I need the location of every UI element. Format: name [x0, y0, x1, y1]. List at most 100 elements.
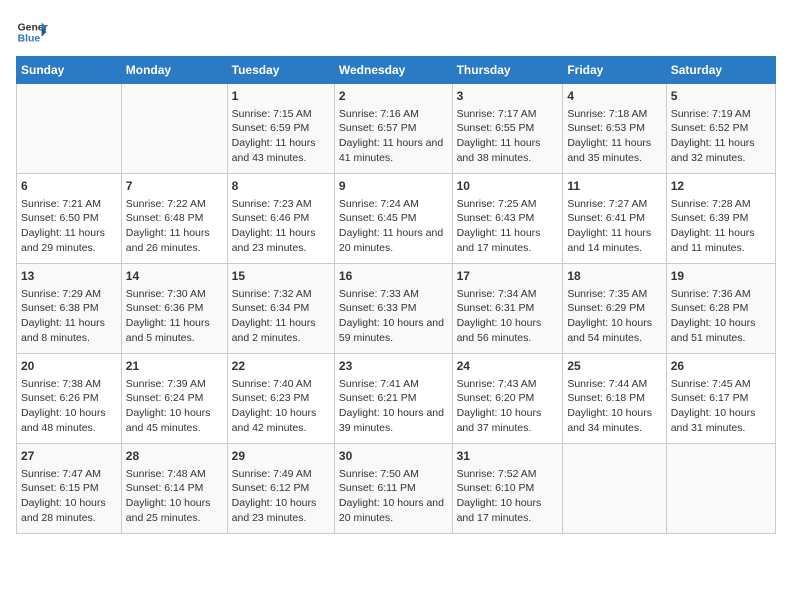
day-number: 15 — [232, 268, 330, 285]
day-number: 23 — [339, 358, 448, 375]
column-header-monday: Monday — [121, 57, 227, 84]
calendar-table: SundayMondayTuesdayWednesdayThursdayFrid… — [16, 56, 776, 534]
day-content: Sunrise: 7:34 AMSunset: 6:31 PMDaylight:… — [457, 287, 559, 346]
logo-icon: General Blue — [16, 16, 48, 48]
day-cell: 3 Sunrise: 7:17 AMSunset: 6:55 PMDaylight… — [452, 84, 563, 174]
day-number: 9 — [339, 178, 448, 195]
day-cell: 30 Sunrise: 7:50 AMSunset: 6:11 PMDayligh… — [334, 444, 452, 534]
day-cell: 9Sunrise: 7:24 AMSunset: 6:45 PMDaylight… — [334, 174, 452, 264]
day-content: Sunrise: 7:52 AMSunset: 6:10 PMDaylight:… — [457, 467, 559, 526]
day-number: 13 — [21, 268, 117, 285]
day-number: 5 — [671, 88, 771, 105]
page-header: General Blue — [16, 16, 776, 48]
day-content: Sunrise: 7:17 AMSunset: 6:55 PMDaylight:… — [457, 107, 559, 166]
day-content: Sunrise: 7:30 AMSunset: 6:36 PMDaylight:… — [126, 287, 223, 346]
day-cell: 6 Sunrise: 7:21 AMSunset: 6:50 PMDaylight… — [17, 174, 122, 264]
day-content: Sunrise: 7:45 AMSunset: 6:17 PMDaylight:… — [671, 377, 771, 436]
day-number: 19 — [671, 268, 771, 285]
day-number: 18 — [567, 268, 661, 285]
day-number: 3 — [457, 88, 559, 105]
week-row-4: 20 Sunrise: 7:38 AMSunset: 6:26 PMDayligh… — [17, 354, 776, 444]
day-content: Sunrise: 7:15 AMSunset: 6:59 PMDaylight:… — [232, 107, 330, 166]
svg-text:Blue: Blue — [18, 34, 41, 45]
day-number: 25 — [567, 358, 661, 375]
day-cell: 5 Sunrise: 7:19 AMSunset: 6:52 PMDaylight… — [666, 84, 775, 174]
day-cell: 16 Sunrise: 7:33 AMSunset: 6:33 PMDayligh… — [334, 264, 452, 354]
day-cell: 29 Sunrise: 7:49 AMSunset: 6:12 PMDayligh… — [227, 444, 334, 534]
day-content: Sunrise: 7:28 AMSunset: 6:39 PMDaylight:… — [671, 197, 771, 256]
day-content: Sunrise: 7:29 AMSunset: 6:38 PMDaylight:… — [21, 287, 117, 346]
column-header-sunday: Sunday — [17, 57, 122, 84]
day-number: 10 — [457, 178, 559, 195]
day-number: 30 — [339, 448, 448, 465]
day-content: Sunrise: 7:36 AMSunset: 6:28 PMDaylight:… — [671, 287, 771, 346]
day-content: Sunrise: 7:23 AMSunset: 6:46 PMDaylight:… — [232, 197, 330, 256]
day-content: Sunrise: 7:25 AMSunset: 6:43 PMDaylight:… — [457, 197, 559, 256]
column-header-saturday: Saturday — [666, 57, 775, 84]
week-row-1: 1 Sunrise: 7:15 AMSunset: 6:59 PMDaylight… — [17, 84, 776, 174]
day-cell: 19 Sunrise: 7:36 AMSunset: 6:28 PMDayligh… — [666, 264, 775, 354]
day-cell: 15 Sunrise: 7:32 AMSunset: 6:34 PMDayligh… — [227, 264, 334, 354]
day-content: Sunrise: 7:41 AMSunset: 6:21 PMDaylight:… — [339, 377, 448, 436]
day-cell: 28 Sunrise: 7:48 AMSunset: 6:14 PMDayligh… — [121, 444, 227, 534]
day-cell: 25Sunrise: 7:44 AMSunset: 6:18 PMDayligh… — [563, 354, 666, 444]
day-cell: 12 Sunrise: 7:28 AMSunset: 6:39 PMDayligh… — [666, 174, 775, 264]
week-row-5: 27 Sunrise: 7:47 AMSunset: 6:15 PMDayligh… — [17, 444, 776, 534]
day-cell: 4Sunrise: 7:18 AMSunset: 6:53 PMDaylight… — [563, 84, 666, 174]
day-content: Sunrise: 7:49 AMSunset: 6:12 PMDaylight:… — [232, 467, 330, 526]
day-number: 20 — [21, 358, 117, 375]
day-cell: 21 Sunrise: 7:39 AMSunset: 6:24 PMDayligh… — [121, 354, 227, 444]
day-number: 11 — [567, 178, 661, 195]
day-cell: 17 Sunrise: 7:34 AMSunset: 6:31 PMDayligh… — [452, 264, 563, 354]
day-content: Sunrise: 7:33 AMSunset: 6:33 PMDaylight:… — [339, 287, 448, 346]
day-cell: 7Sunrise: 7:22 AMSunset: 6:48 PMDaylight… — [121, 174, 227, 264]
day-number: 4 — [567, 88, 661, 105]
day-cell: 31 Sunrise: 7:52 AMSunset: 6:10 PMDayligh… — [452, 444, 563, 534]
day-number: 17 — [457, 268, 559, 285]
day-content: Sunrise: 7:35 AMSunset: 6:29 PMDaylight:… — [567, 287, 661, 346]
day-number: 29 — [232, 448, 330, 465]
day-number: 28 — [126, 448, 223, 465]
day-cell: 1 Sunrise: 7:15 AMSunset: 6:59 PMDaylight… — [227, 84, 334, 174]
calendar-body: 1 Sunrise: 7:15 AMSunset: 6:59 PMDaylight… — [17, 84, 776, 534]
day-cell — [17, 84, 122, 174]
day-cell — [666, 444, 775, 534]
week-row-3: 13 Sunrise: 7:29 AMSunset: 6:38 PMDayligh… — [17, 264, 776, 354]
column-header-thursday: Thursday — [452, 57, 563, 84]
day-cell: 22Sunrise: 7:40 AMSunset: 6:23 PMDayligh… — [227, 354, 334, 444]
day-number: 6 — [21, 178, 117, 195]
day-content: Sunrise: 7:21 AMSunset: 6:50 PMDaylight:… — [21, 197, 117, 256]
day-number: 31 — [457, 448, 559, 465]
header-row: SundayMondayTuesdayWednesdayThursdayFrid… — [17, 57, 776, 84]
day-cell: 11Sunrise: 7:27 AMSunset: 6:41 PMDayligh… — [563, 174, 666, 264]
day-cell: 20 Sunrise: 7:38 AMSunset: 6:26 PMDayligh… — [17, 354, 122, 444]
day-content: Sunrise: 7:43 AMSunset: 6:20 PMDaylight:… — [457, 377, 559, 436]
day-cell: 18 Sunrise: 7:35 AMSunset: 6:29 PMDayligh… — [563, 264, 666, 354]
day-content: Sunrise: 7:32 AMSunset: 6:34 PMDaylight:… — [232, 287, 330, 346]
day-cell: 23 Sunrise: 7:41 AMSunset: 6:21 PMDayligh… — [334, 354, 452, 444]
day-cell: 14Sunrise: 7:30 AMSunset: 6:36 PMDayligh… — [121, 264, 227, 354]
day-cell: 10 Sunrise: 7:25 AMSunset: 6:43 PMDayligh… — [452, 174, 563, 264]
day-cell: 27 Sunrise: 7:47 AMSunset: 6:15 PMDayligh… — [17, 444, 122, 534]
day-number: 22 — [232, 358, 330, 375]
day-content: Sunrise: 7:19 AMSunset: 6:52 PMDaylight:… — [671, 107, 771, 166]
day-cell: 26Sunrise: 7:45 AMSunset: 6:17 PMDayligh… — [666, 354, 775, 444]
day-number: 27 — [21, 448, 117, 465]
day-number: 1 — [232, 88, 330, 105]
column-header-friday: Friday — [563, 57, 666, 84]
column-header-tuesday: Tuesday — [227, 57, 334, 84]
day-content: Sunrise: 7:48 AMSunset: 6:14 PMDaylight:… — [126, 467, 223, 526]
day-content: Sunrise: 7:38 AMSunset: 6:26 PMDaylight:… — [21, 377, 117, 436]
calendar-header: SundayMondayTuesdayWednesdayThursdayFrid… — [17, 57, 776, 84]
day-cell: 13 Sunrise: 7:29 AMSunset: 6:38 PMDayligh… — [17, 264, 122, 354]
day-content: Sunrise: 7:39 AMSunset: 6:24 PMDaylight:… — [126, 377, 223, 436]
day-content: Sunrise: 7:47 AMSunset: 6:15 PMDaylight:… — [21, 467, 117, 526]
day-number: 12 — [671, 178, 771, 195]
week-row-2: 6 Sunrise: 7:21 AMSunset: 6:50 PMDaylight… — [17, 174, 776, 264]
day-cell — [121, 84, 227, 174]
day-number: 21 — [126, 358, 223, 375]
day-content: Sunrise: 7:50 AMSunset: 6:11 PMDaylight:… — [339, 467, 448, 526]
day-number: 7 — [126, 178, 223, 195]
day-cell: 8Sunrise: 7:23 AMSunset: 6:46 PMDaylight… — [227, 174, 334, 264]
day-number: 16 — [339, 268, 448, 285]
